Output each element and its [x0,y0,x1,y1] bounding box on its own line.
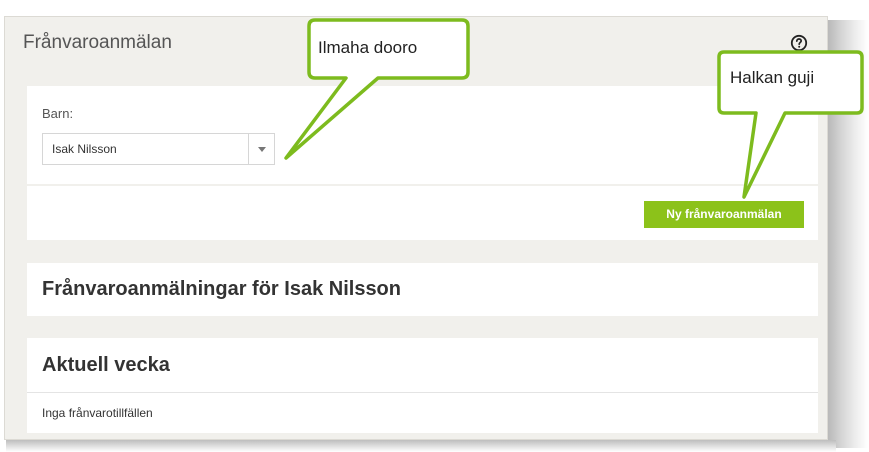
panel-shadow-bottom [6,440,836,452]
child-select[interactable]: Isak Nilsson [42,133,275,165]
reports-heading: Frånvaroanmälningar för Isak Nilsson [42,278,401,300]
page-title: Frånvaroanmälan [23,32,172,53]
callout-select-text: Ilmaha dooro [318,38,418,57]
caret-down-icon[interactable] [258,147,266,152]
child-select-value: Isak Nilsson [52,142,117,156]
current-week-heading: Aktuell vecka [42,354,170,376]
child-select-label: Barn: [42,106,74,121]
empty-state-text: Inga frånvarotillfällen [42,406,153,420]
callout-button-text: Halkan guji [730,68,815,87]
select-divider [248,134,249,164]
help-circle-icon[interactable] [790,34,808,52]
divider [27,392,818,393]
new-absence-report-button[interactable]: Ny frånvaroanmälan [644,201,804,228]
panel-shadow-right [828,20,868,448]
